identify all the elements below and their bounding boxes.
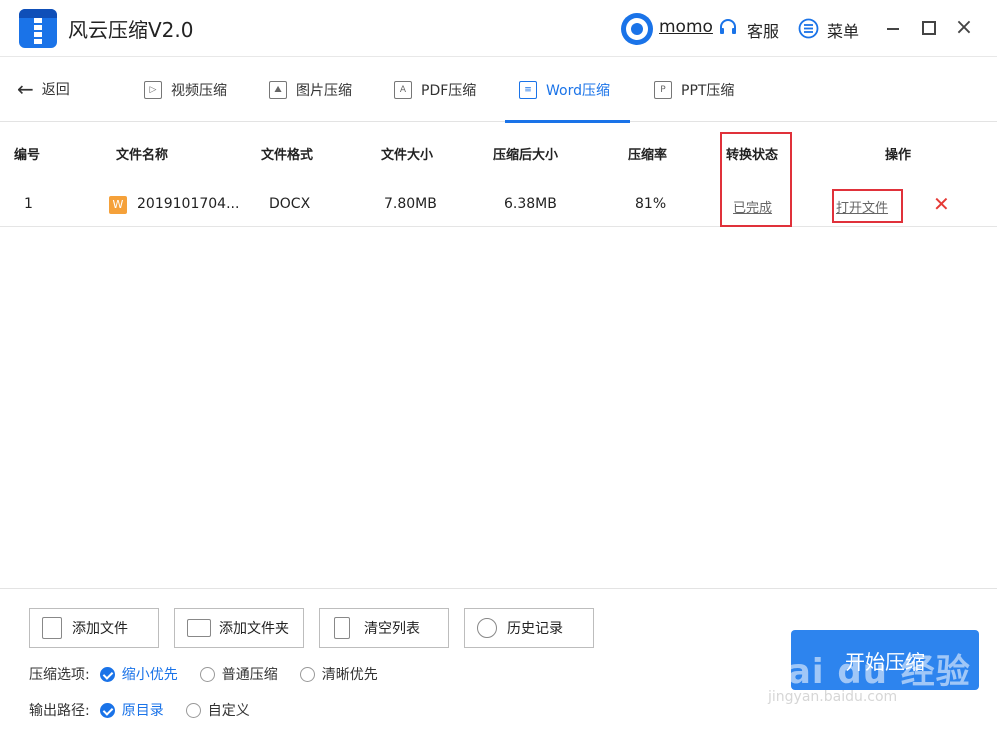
cell-size: 7.80MB <box>384 196 437 212</box>
radio-label: 普通压缩 <box>221 667 278 683</box>
compress-options: 压缩选项: 缩小优先 普通压缩 清晰优先 <box>29 664 400 684</box>
cell-filename: 2019101704... <box>137 196 240 212</box>
tab-label: PPT压缩 <box>681 82 735 99</box>
column-header-size: 文件大小 <box>381 148 434 163</box>
add-folder-icon <box>187 619 211 637</box>
back-arrow-icon: ← <box>17 77 34 101</box>
app-logo-icon <box>19 9 57 48</box>
status-highlight-box <box>720 132 792 227</box>
button-label: 添加文件 <box>72 621 128 637</box>
column-header-filename: 文件名称 <box>116 148 169 163</box>
close-button[interactable]: × <box>953 17 975 39</box>
customer-service-button[interactable]: 客服 <box>747 18 779 42</box>
nav-bar: ← 返回 ▷ 视频压缩 ⛰ 图片压缩 A PDF压缩 ≡ Word压缩 P PP… <box>0 57 997 123</box>
word-icon: ≡ <box>519 80 537 99</box>
history-button[interactable]: 历史记录 <box>464 608 594 648</box>
word-file-icon: W <box>109 196 127 214</box>
button-label: 添加文件夹 <box>219 621 289 637</box>
tab-image-compress[interactable]: ⛰ 图片压缩 <box>269 57 352 122</box>
trash-icon <box>334 617 350 639</box>
table-header: 编号 文件名称 文件格式 文件大小 压缩后大小 压缩率 转换状态 操作 <box>0 122 997 182</box>
bottom-panel: 添加文件 添加文件夹 清空列表 历史记录 压缩选项: 缩小优先 普通压缩 清晰优… <box>0 588 997 729</box>
compress-options-label: 压缩选项: <box>29 667 90 683</box>
clear-list-button[interactable]: 清空列表 <box>319 608 449 648</box>
pdf-icon: A <box>394 80 412 99</box>
cell-compressed-size: 6.38MB <box>504 196 557 212</box>
video-icon: ▷ <box>144 80 162 99</box>
clock-icon <box>477 618 497 638</box>
button-label: 历史记录 <box>507 621 563 637</box>
image-icon: ⛰ <box>269 80 287 99</box>
action-highlight-box <box>832 189 903 223</box>
radio-original-dir[interactable]: 原目录 <box>99 700 164 720</box>
cell-index: 1 <box>24 196 33 212</box>
ppt-icon: P <box>654 80 672 99</box>
back-label: 返回 <box>41 82 70 98</box>
column-header-index: 编号 <box>14 148 41 163</box>
button-label: 清空列表 <box>364 621 420 637</box>
tab-label: PDF压缩 <box>421 82 477 99</box>
tab-label: 图片压缩 <box>296 82 352 99</box>
cell-format: DOCX <box>269 196 311 212</box>
tab-pdf-compress[interactable]: A PDF压缩 <box>394 57 476 122</box>
tab-video-compress[interactable]: ▷ 视频压缩 <box>144 57 227 122</box>
delete-icon[interactable]: ✕ <box>933 192 950 216</box>
app-window: 风云压缩V2.0 momo 客服 菜单 × ← 返回 ▷ 视频压缩 ⛰ 图片压缩… <box>0 0 997 729</box>
radio-normal-compress[interactable]: 普通压缩 <box>199 664 278 684</box>
radio-custom-dir[interactable]: 自定义 <box>185 700 250 720</box>
unchecked-icon <box>299 666 315 682</box>
tab-word-compress[interactable]: ≡ Word压缩 <box>505 57 630 123</box>
username-link[interactable]: momo <box>659 17 713 37</box>
title-bar: 风云压缩V2.0 momo 客服 菜单 × <box>0 0 997 57</box>
radio-label: 缩小优先 <box>121 667 178 683</box>
radio-label: 清晰优先 <box>321 667 378 683</box>
unchecked-icon <box>185 702 201 718</box>
menu-button[interactable]: 菜单 <box>827 18 859 42</box>
maximize-button[interactable] <box>918 17 940 39</box>
radio-label: 原目录 <box>121 703 164 719</box>
tab-label: Word压缩 <box>546 82 610 99</box>
output-path-options: 输出路径: 原目录 自定义 <box>29 700 272 720</box>
baidu-watermark-url: jingyan.baidu.com <box>768 689 898 705</box>
tab-ppt-compress[interactable]: P PPT压缩 <box>654 57 734 122</box>
column-header-compressed-size: 压缩后大小 <box>493 148 559 163</box>
user-avatar-icon[interactable] <box>621 13 653 45</box>
minimize-button[interactable] <box>882 17 904 39</box>
column-header-ratio: 压缩率 <box>628 148 668 163</box>
add-file-button[interactable]: 添加文件 <box>29 608 159 648</box>
output-path-label: 输出路径: <box>29 703 90 719</box>
radio-clarity-first[interactable]: 清晰优先 <box>299 664 378 684</box>
menu-icon[interactable] <box>798 18 819 39</box>
app-title: 风云压缩V2.0 <box>68 18 194 42</box>
checked-icon <box>99 702 115 718</box>
radio-label: 自定义 <box>207 703 250 719</box>
radio-smallest-first[interactable]: 缩小优先 <box>99 664 178 684</box>
cell-ratio: 81% <box>635 196 667 212</box>
start-compress-button[interactable]: 开始压缩 <box>791 630 979 690</box>
add-file-icon <box>42 617 62 639</box>
headset-icon[interactable] <box>718 18 738 38</box>
column-header-action: 操作 <box>885 148 912 163</box>
add-folder-button[interactable]: 添加文件夹 <box>174 608 304 648</box>
tab-label: 视频压缩 <box>171 82 227 99</box>
column-header-format: 文件格式 <box>261 148 314 163</box>
checked-icon <box>99 666 115 682</box>
back-button[interactable]: ← 返回 <box>17 79 70 99</box>
unchecked-icon <box>199 666 215 682</box>
